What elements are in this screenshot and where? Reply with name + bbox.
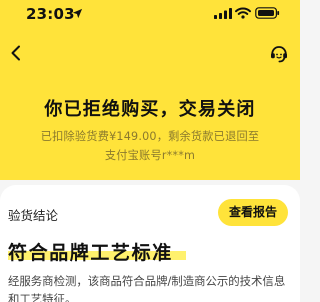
refund-message-line-2: 支付宝账号r***m bbox=[104, 149, 196, 162]
inspection-result-card: 验货结论 查看报告 符合品牌工艺标准 经服务商检测，该商品符合品牌/制造商公示的… bbox=[0, 185, 300, 302]
customer-service-icon bbox=[271, 46, 287, 63]
inspection-description-line-1: 经服务商检测，该商品符合品牌/制造商公示的技术信息 bbox=[8, 274, 286, 288]
refund-message-line-1: 已扣除验货费¥149.00，剩余货款已退回至 bbox=[40, 130, 260, 143]
status-bar: 23:03 bbox=[0, 0, 300, 28]
inspection-section-label: 验货结论 bbox=[8, 208, 59, 223]
yellow-status-header: 23:03 你已拒绝购买，交易关闭 已扣除验货费¥149.00，剩余货款已退回至… bbox=[0, 0, 300, 180]
chevron-left-icon bbox=[11, 45, 20, 61]
verdict-text: 符合品牌工艺标准 bbox=[8, 242, 173, 264]
status-time: 23:03 bbox=[26, 5, 75, 23]
view-report-button[interactable]: 查看报告 bbox=[218, 199, 288, 226]
navigation-bar bbox=[0, 28, 300, 76]
inspection-description-line-2: 和工艺特征。 bbox=[8, 292, 77, 302]
customer-service-button[interactable] bbox=[262, 36, 296, 68]
order-status-page: 23:03 你已拒绝购买，交易关闭 已扣除验货费¥149.00，剩余货款已退回至… bbox=[0, 0, 300, 302]
location-arrow-icon bbox=[72, 8, 83, 19]
transaction-closed-title: 你已拒绝购买，交易关闭 bbox=[44, 99, 256, 120]
inspection-verdict: 符合品牌工艺标准 bbox=[8, 238, 186, 264]
cellular-signal-icon bbox=[214, 8, 232, 19]
battery-icon bbox=[255, 7, 280, 19]
wifi-icon bbox=[235, 7, 251, 19]
back-button[interactable] bbox=[4, 36, 34, 68]
